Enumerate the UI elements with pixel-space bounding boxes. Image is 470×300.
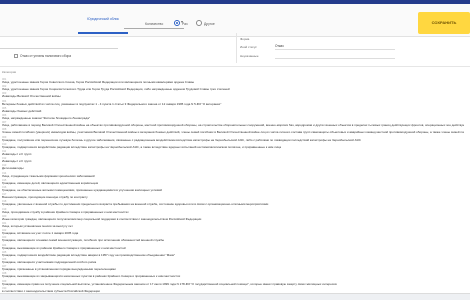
other-status-underline [275,49,395,50]
list-item[interactable]: 027 Граждане, признанные в установленном … [2,265,464,272]
other-status-value[interactable]: Отказ [275,44,284,48]
list-item[interactable]: 006 Лица, награжденные знаком "Жителю бло… [2,114,464,121]
quantity-label: Количество [145,22,164,26]
list-item[interactable]: 028 Граждане, выезжающие из закрывающихся… [2,272,464,279]
category-heading: Категория [2,70,17,74]
list-item[interactable]: 016 Граждане, не обеспеченные жилыми поме… [2,186,464,193]
list-item[interactable]: 007 Лица, работавшие в период Великой Оте… [2,121,464,128]
list-item[interactable]: 026 Граждане, являющиеся участниками подр… [2,258,464,265]
list-item[interactable]: 003 Инвалиды Великой Отечественной войны [2,92,464,99]
right-panel: Форма Иной статус Отказ Неуказанные [236,33,470,63]
category-list: Категория 001 Лица, удостоенные звания Ге… [0,68,470,300]
radio-once-label: Раз [182,22,188,26]
unspecified-underline [275,58,395,59]
list-item[interactable]: 017 Военнослужащие, проходящие военную сл… [2,193,464,200]
list-item[interactable]: 019 Лица, проходившие службу в районах Кр… [2,208,464,215]
list-item[interactable]: 009 Граждане, получившие или перенесшие л… [2,136,464,143]
list-item[interactable]: 024 Граждане, выезжающие из районов Крайн… [2,244,464,251]
radio-once[interactable] [174,20,180,26]
input-underline [0,48,118,49]
list-item[interactable]: 002 Лица, удостоенные звания Героя Социал… [2,85,464,92]
list-item[interactable]: 018 Граждане, уволенные с военной службы … [2,200,464,207]
other-status-label: Иной статус [240,45,257,49]
list-item[interactable]: 023 Граждане, являющиеся членами семей во… [2,236,464,243]
unspecified-label: Неуказанные [240,54,259,58]
refuse-fee-label: Отказ от уплаты налогового сбора [20,54,72,58]
left-panel: Отказ от уплаты налогового сбора [0,42,230,64]
list-item[interactable]: 001 Лица, удостоенные звания Героя Советс… [2,78,464,85]
list-item[interactable]: 020 Иные категории граждан, являющиеся по… [2,215,464,222]
radio-other-label: Другое [204,22,215,26]
list-item[interactable]: 005 Инвалиды боевых действий [2,107,464,114]
form-label: Форма [240,37,250,41]
save-button[interactable]: СОХРАНИТЬ [418,12,470,34]
list-item[interactable]: 014 Лица, страдающие тяжелыми формами хро… [2,172,464,179]
list-item[interactable]: 021 Лица, которым установлена пенсия за в… [2,222,464,229]
list-item[interactable]: 029 Граждане, имеющие право на получение … [2,280,464,287]
list-item[interactable]: 004 Ветераны боевых действий из числа лиц… [2,100,464,107]
tab-legal-profile[interactable]: Юридический облик [78,12,128,34]
list-item[interactable]: 015 Граждане, имеющие детей, являющиеся е… [2,179,464,186]
radio-other[interactable] [196,20,202,26]
list-item[interactable]: 008 Члены семей погибших (умерших) инвали… [2,128,464,135]
list-item[interactable]: 025 Граждане, подвергшиеся воздействию ра… [2,251,464,258]
list-item[interactable]: 013 Дети-инвалиды [2,164,464,171]
refuse-fee-checkbox[interactable] [14,54,18,58]
list-item[interactable]: 022 Граждане, вставшие на учет после 1 ян… [2,229,464,236]
list-item[interactable]: 012 Инвалиды I и II групп [2,157,464,164]
list-item[interactable]: 010 Граждане, подвергшиеся воздействию ра… [2,143,464,150]
list-item[interactable]: 011 Инвалиды I и II групп [2,150,464,157]
section-divider [0,66,470,67]
footer-bar [0,293,470,300]
